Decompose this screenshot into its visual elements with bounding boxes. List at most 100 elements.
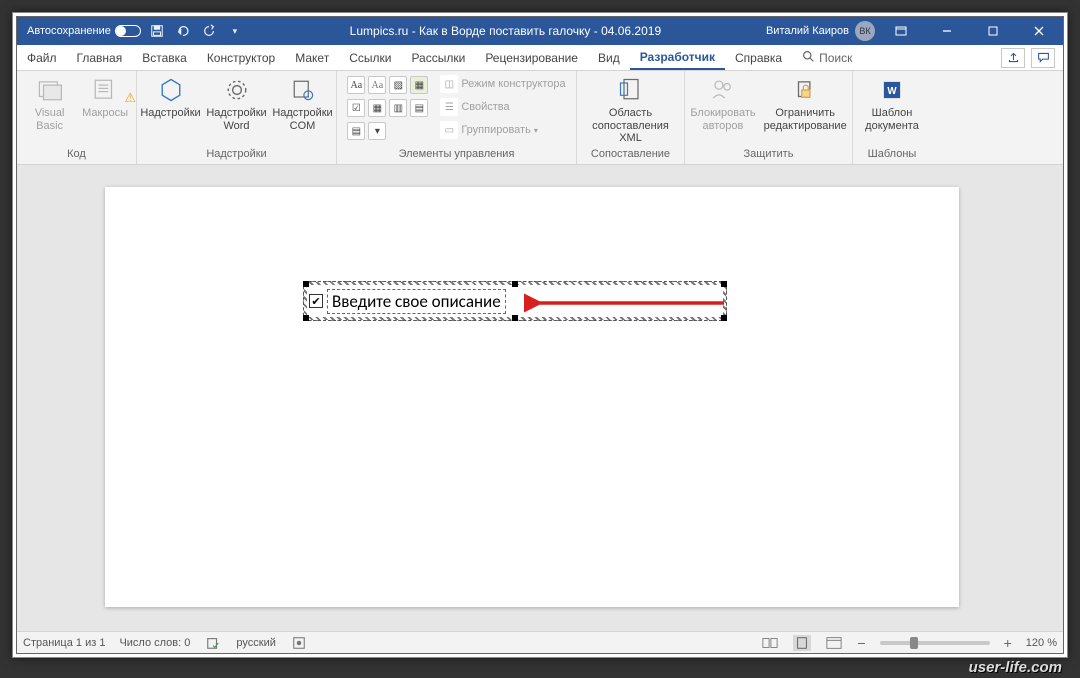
repeating-control-icon[interactable]: ▤ [347, 122, 365, 140]
restrict-editing-label: Ограничить редактирование [764, 107, 847, 132]
status-words[interactable]: Число слов: 0 [119, 637, 190, 649]
qat-customize-icon[interactable]: ▾ [225, 21, 245, 41]
group-code-label: Код [25, 146, 128, 162]
autosave-toggle[interactable]: Автосохранение [27, 25, 141, 37]
content-control-placeholder[interactable]: Введите свое описание [327, 289, 506, 314]
autosave-label: Автосохранение [27, 25, 111, 37]
word-icon: W [877, 75, 907, 105]
xml-mapping-label: Область сопоставления XML [585, 107, 676, 145]
group-button[interactable]: ▭Группировать ▾ [440, 121, 565, 139]
window-title: Lumpics.ru - Как в Ворде поставить галоч… [245, 24, 766, 38]
group-icon: ▭ [440, 121, 458, 139]
addins-icon [156, 75, 186, 105]
tab-layout[interactable]: Макет [285, 45, 339, 70]
group-mapping-label: Сопоставление [585, 146, 676, 162]
design-mode-button[interactable]: ◫Режим конструктора [440, 75, 565, 93]
properties-icon: ☰ [440, 98, 458, 116]
tab-help[interactable]: Справка [725, 45, 792, 70]
richtext-control-icon[interactable]: Aa [347, 76, 365, 94]
zoom-in-button[interactable]: + [1004, 635, 1012, 651]
zoom-level[interactable]: 120 % [1026, 637, 1057, 649]
ribbon-tabs: Файл Главная Вставка Конструктор Макет С… [17, 45, 1063, 71]
xml-mapping-icon [616, 75, 646, 105]
com-addins-button[interactable]: Надстройки COM [274, 75, 332, 132]
block-authors-button[interactable]: Блокировать авторов [690, 75, 755, 132]
com-addins-label: Надстройки COM [272, 107, 332, 132]
properties-button[interactable]: ☰Свойства [440, 98, 565, 116]
restrict-editing-button[interactable]: Ограничить редактирование [764, 75, 847, 132]
undo-icon[interactable] [173, 21, 193, 41]
search-box[interactable]: Поиск [792, 45, 862, 70]
gear-icon [222, 75, 252, 105]
visual-basic-icon [35, 75, 65, 105]
svg-text:W: W [887, 86, 897, 97]
warning-icon: ⚠ [124, 91, 136, 106]
dropdown-control-icon[interactable]: ▥ [389, 99, 407, 117]
search-label: Поиск [819, 51, 852, 65]
user-name[interactable]: Виталий Каиров [766, 25, 849, 37]
tab-file[interactable]: Файл [17, 45, 67, 70]
zoom-slider[interactable] [880, 641, 990, 645]
group-addins-label: Надстройки [145, 146, 328, 162]
plaintext-control-icon[interactable]: Aa [368, 76, 386, 94]
status-language[interactable]: русский [236, 637, 275, 649]
tab-view[interactable]: Вид [588, 45, 630, 70]
share-button[interactable] [1001, 48, 1025, 68]
status-page[interactable]: Страница 1 из 1 [23, 637, 105, 649]
date-control-icon[interactable]: ▤ [410, 99, 428, 117]
macro-rec-icon[interactable] [290, 635, 308, 651]
print-layout-icon[interactable] [793, 635, 811, 651]
block-authors-label: Блокировать авторов [690, 107, 755, 132]
addins-label: Надстройки [140, 107, 200, 120]
status-bar: Страница 1 из 1 Число слов: 0 русский − … [17, 631, 1063, 653]
lock-icon [790, 75, 820, 105]
spellcheck-icon[interactable] [204, 635, 222, 651]
comments-button[interactable] [1031, 48, 1055, 68]
picture-control-icon[interactable]: ▨ [389, 76, 407, 94]
group-protect-label: Защитить [693, 146, 844, 162]
visual-basic-button[interactable]: Visual Basic [25, 75, 74, 132]
watermark: user-life.com [969, 659, 1062, 676]
tab-developer[interactable]: Разработчик [630, 45, 725, 70]
web-layout-icon[interactable] [825, 635, 843, 651]
doc-template-label: Шаблон документа [861, 107, 923, 132]
group-controls-label: Элементы управления [345, 146, 568, 162]
xml-mapping-button[interactable]: Область сопоставления XML [585, 75, 676, 145]
tab-insert[interactable]: Вставка [132, 45, 197, 70]
title-bar: Автосохранение ▾ Lumpics.ru - Как в Ворд… [17, 17, 1063, 45]
tab-review[interactable]: Рецензирование [475, 45, 588, 70]
tab-mailings[interactable]: Рассылки [401, 45, 475, 70]
page[interactable]: ✔ Введите свое описание [105, 187, 959, 607]
word-addins-label: Надстройки Word [206, 107, 266, 132]
tab-design[interactable]: Конструктор [197, 45, 285, 70]
group-templates-label: Шаблоны [861, 146, 923, 162]
ribbon: Visual Basic Макросы ⚠ Код Надстройки На… [17, 71, 1063, 165]
redo-icon[interactable] [199, 21, 219, 41]
avatar[interactable]: ВК [855, 21, 875, 41]
combobox-control-icon[interactable]: ▦ [368, 99, 386, 117]
read-mode-icon[interactable] [761, 635, 779, 651]
buildingblock-control-icon[interactable]: ▦ [410, 76, 428, 94]
design-mode-icon: ◫ [440, 75, 458, 93]
macros-button[interactable]: Макросы ⚠ [82, 75, 128, 120]
legacy-control-icon[interactable]: ▾ [368, 122, 386, 140]
checkbox-control[interactable]: ✔ [309, 294, 323, 308]
doc-template-button[interactable]: W Шаблон документа [861, 75, 923, 132]
tab-home[interactable]: Главная [67, 45, 133, 70]
zoom-out-button[interactable]: − [857, 635, 865, 651]
com-addins-icon [288, 75, 318, 105]
macros-label: Макросы [82, 107, 128, 120]
close-button[interactable] [1019, 17, 1059, 45]
tab-references[interactable]: Ссылки [339, 45, 401, 70]
search-icon [802, 50, 815, 66]
block-authors-icon [708, 75, 738, 105]
addins-button[interactable]: Надстройки [142, 75, 200, 120]
save-icon[interactable] [147, 21, 167, 41]
checkbox-control-icon[interactable]: ☑ [347, 99, 365, 117]
document-area[interactable]: ✔ Введите свое описание [17, 165, 1063, 631]
maximize-button[interactable] [973, 17, 1013, 45]
visual-basic-label: Visual Basic [25, 107, 74, 132]
word-addins-button[interactable]: Надстройки Word [208, 75, 266, 132]
minimize-button[interactable] [927, 17, 967, 45]
ribbon-display-icon[interactable] [881, 17, 921, 45]
